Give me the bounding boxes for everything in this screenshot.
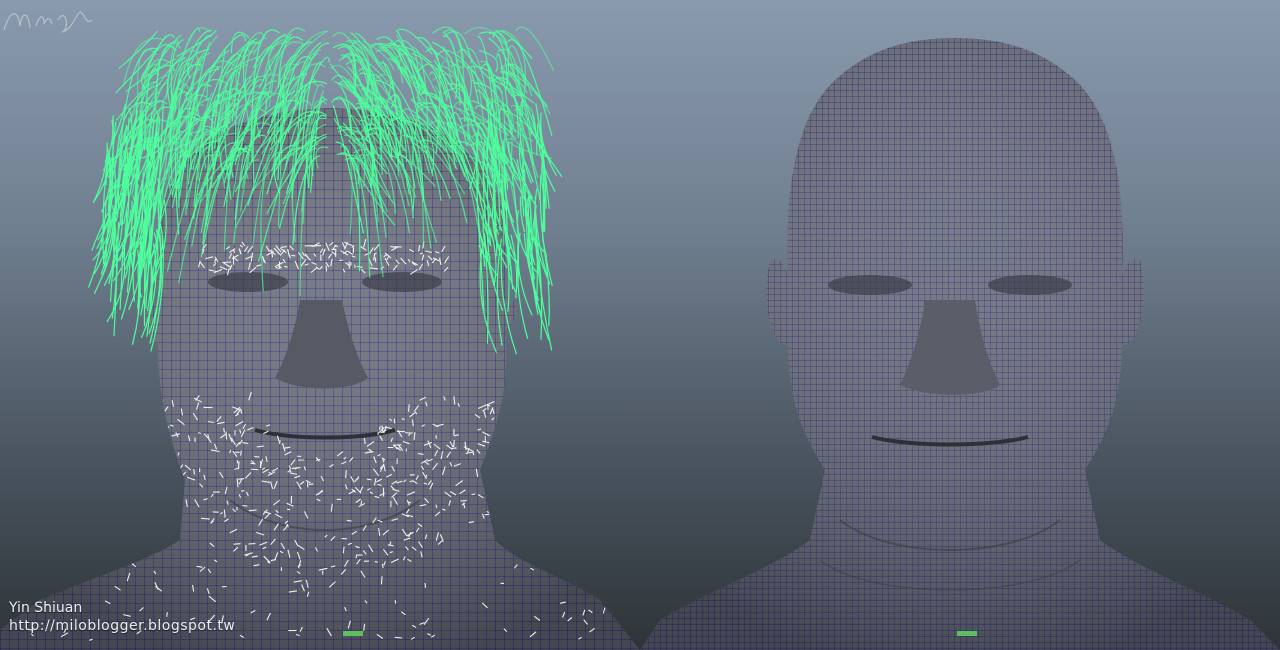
head-with-hair-model[interactable] bbox=[0, 26, 640, 650]
author-credit: Yin Shiuan bbox=[9, 600, 83, 616]
right-pivot-marker bbox=[957, 631, 977, 636]
scene-canvas[interactable] bbox=[0, 0, 1280, 650]
left-eye-socket-left bbox=[362, 272, 442, 292]
author-url: http://miloblogger.blogspot.tw bbox=[9, 618, 236, 634]
signature-mark-icon bbox=[3, 11, 93, 33]
maya-viewport[interactable]: Yin Shiuan http://miloblogger.blogspot.t… bbox=[0, 0, 1280, 650]
right-eye-socket-left bbox=[988, 275, 1072, 295]
left-eye-socket-right bbox=[208, 272, 288, 292]
bald-head-model[interactable] bbox=[640, 30, 1280, 650]
right-eye-socket-right bbox=[828, 275, 912, 295]
left-pivot-marker bbox=[343, 631, 363, 636]
